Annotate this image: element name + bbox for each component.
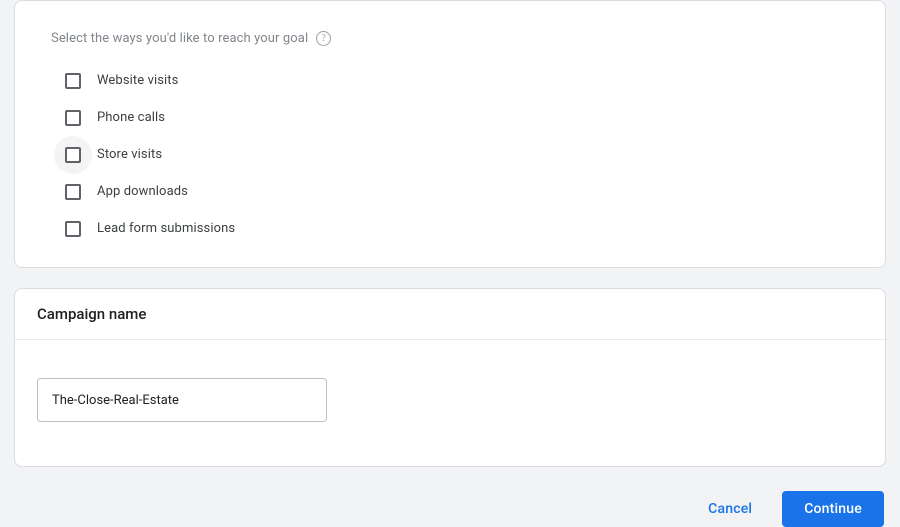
checkbox-icon [65, 184, 81, 200]
campaign-name-input[interactable] [37, 378, 327, 422]
checkbox-icon [65, 221, 81, 237]
help-icon[interactable]: ? [316, 31, 331, 46]
cancel-button[interactable]: Cancel [686, 491, 774, 527]
checkbox-label: Website visits [97, 73, 178, 88]
checkbox-icon [65, 147, 81, 163]
checkbox-phone-calls[interactable]: Phone calls [65, 101, 849, 134]
campaign-name-header: Campaign name [15, 289, 885, 340]
goals-header: Select the ways you'd like to reach your… [51, 31, 849, 46]
checkbox-app-downloads[interactable]: App downloads [65, 175, 849, 208]
goals-card: Select the ways you'd like to reach your… [14, 0, 886, 268]
campaign-name-card: Campaign name [14, 288, 886, 467]
checkbox-store-visits[interactable]: Store visits [65, 138, 849, 171]
checkbox-label: Phone calls [97, 110, 165, 125]
checkbox-icon [65, 73, 81, 89]
goals-checkbox-list: Website visits Phone calls Store visits … [51, 64, 849, 245]
checkbox-lead-form-submissions[interactable]: Lead form submissions [65, 212, 849, 245]
goals-title: Select the ways you'd like to reach your… [51, 31, 308, 46]
checkbox-label: Lead form submissions [97, 221, 235, 236]
campaign-name-title: Campaign name [37, 305, 863, 323]
checkbox-label: Store visits [97, 147, 162, 162]
continue-button[interactable]: Continue [782, 491, 884, 527]
checkbox-label: App downloads [97, 184, 188, 199]
checkbox-icon [65, 110, 81, 126]
footer-actions: Cancel Continue [14, 487, 886, 527]
campaign-name-body [15, 340, 885, 466]
checkbox-website-visits[interactable]: Website visits [65, 64, 849, 97]
